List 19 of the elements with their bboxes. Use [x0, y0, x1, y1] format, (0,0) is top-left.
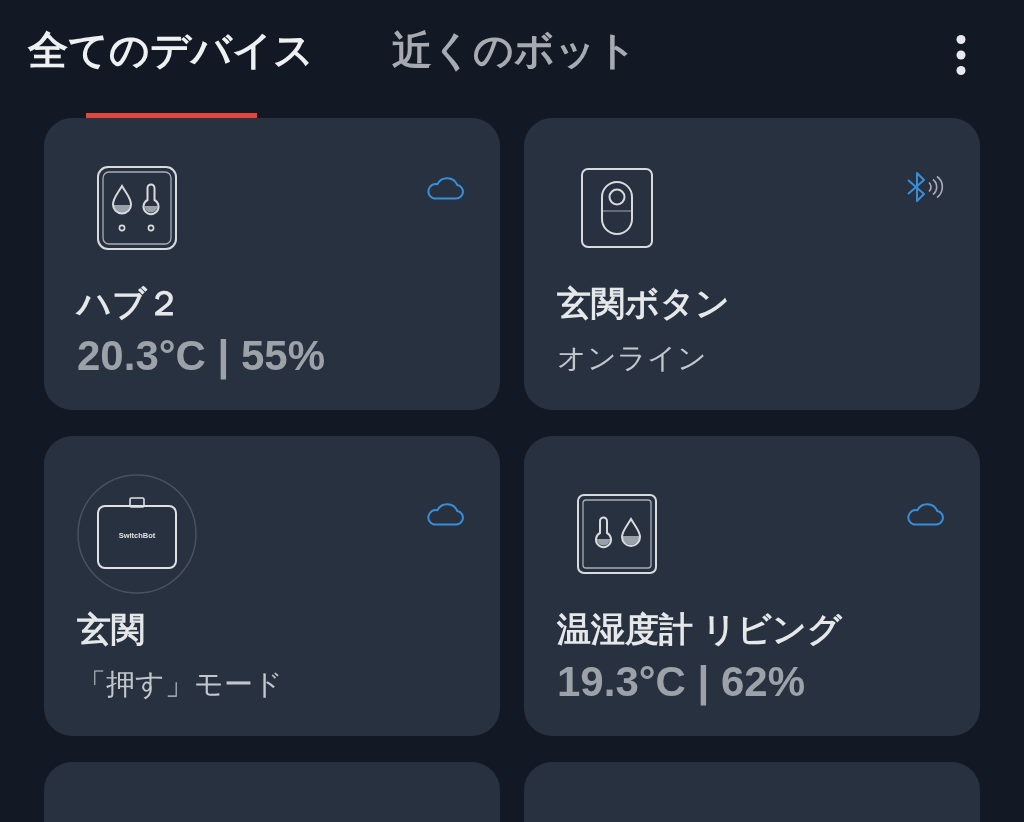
tab[interactable]: 近くのボット	[392, 0, 637, 118]
device-status: オンライン	[557, 340, 708, 376]
thermo-hygrometer-icon	[577, 494, 657, 574]
device-card[interactable]: ハブ２ 20.3°C | 55%	[44, 118, 500, 410]
tab[interactable]: 全てのデバイス	[28, 0, 314, 118]
device-status: 19.3°C | 62%	[557, 656, 807, 708]
device-name: 温湿度計 リビング	[557, 609, 844, 650]
device-name: ハブ２	[77, 283, 182, 324]
device-status: 「押す」モード	[77, 666, 284, 702]
device-card[interactable]: 温湿度計 リビング 19.3°C | 62%	[524, 436, 980, 736]
device-status: 20.3°C | 55%	[77, 330, 327, 382]
more-options-icon[interactable]	[954, 34, 968, 76]
device-card[interactable]	[524, 762, 980, 822]
device-name: 玄関ボタン	[557, 283, 731, 324]
button-device-icon	[581, 168, 653, 248]
device-name: 玄関	[77, 609, 146, 650]
device-card[interactable]: 玄関ボタン オンライン	[524, 118, 980, 410]
sensor-hub-icon	[97, 166, 177, 250]
device-card[interactable]	[44, 762, 500, 822]
